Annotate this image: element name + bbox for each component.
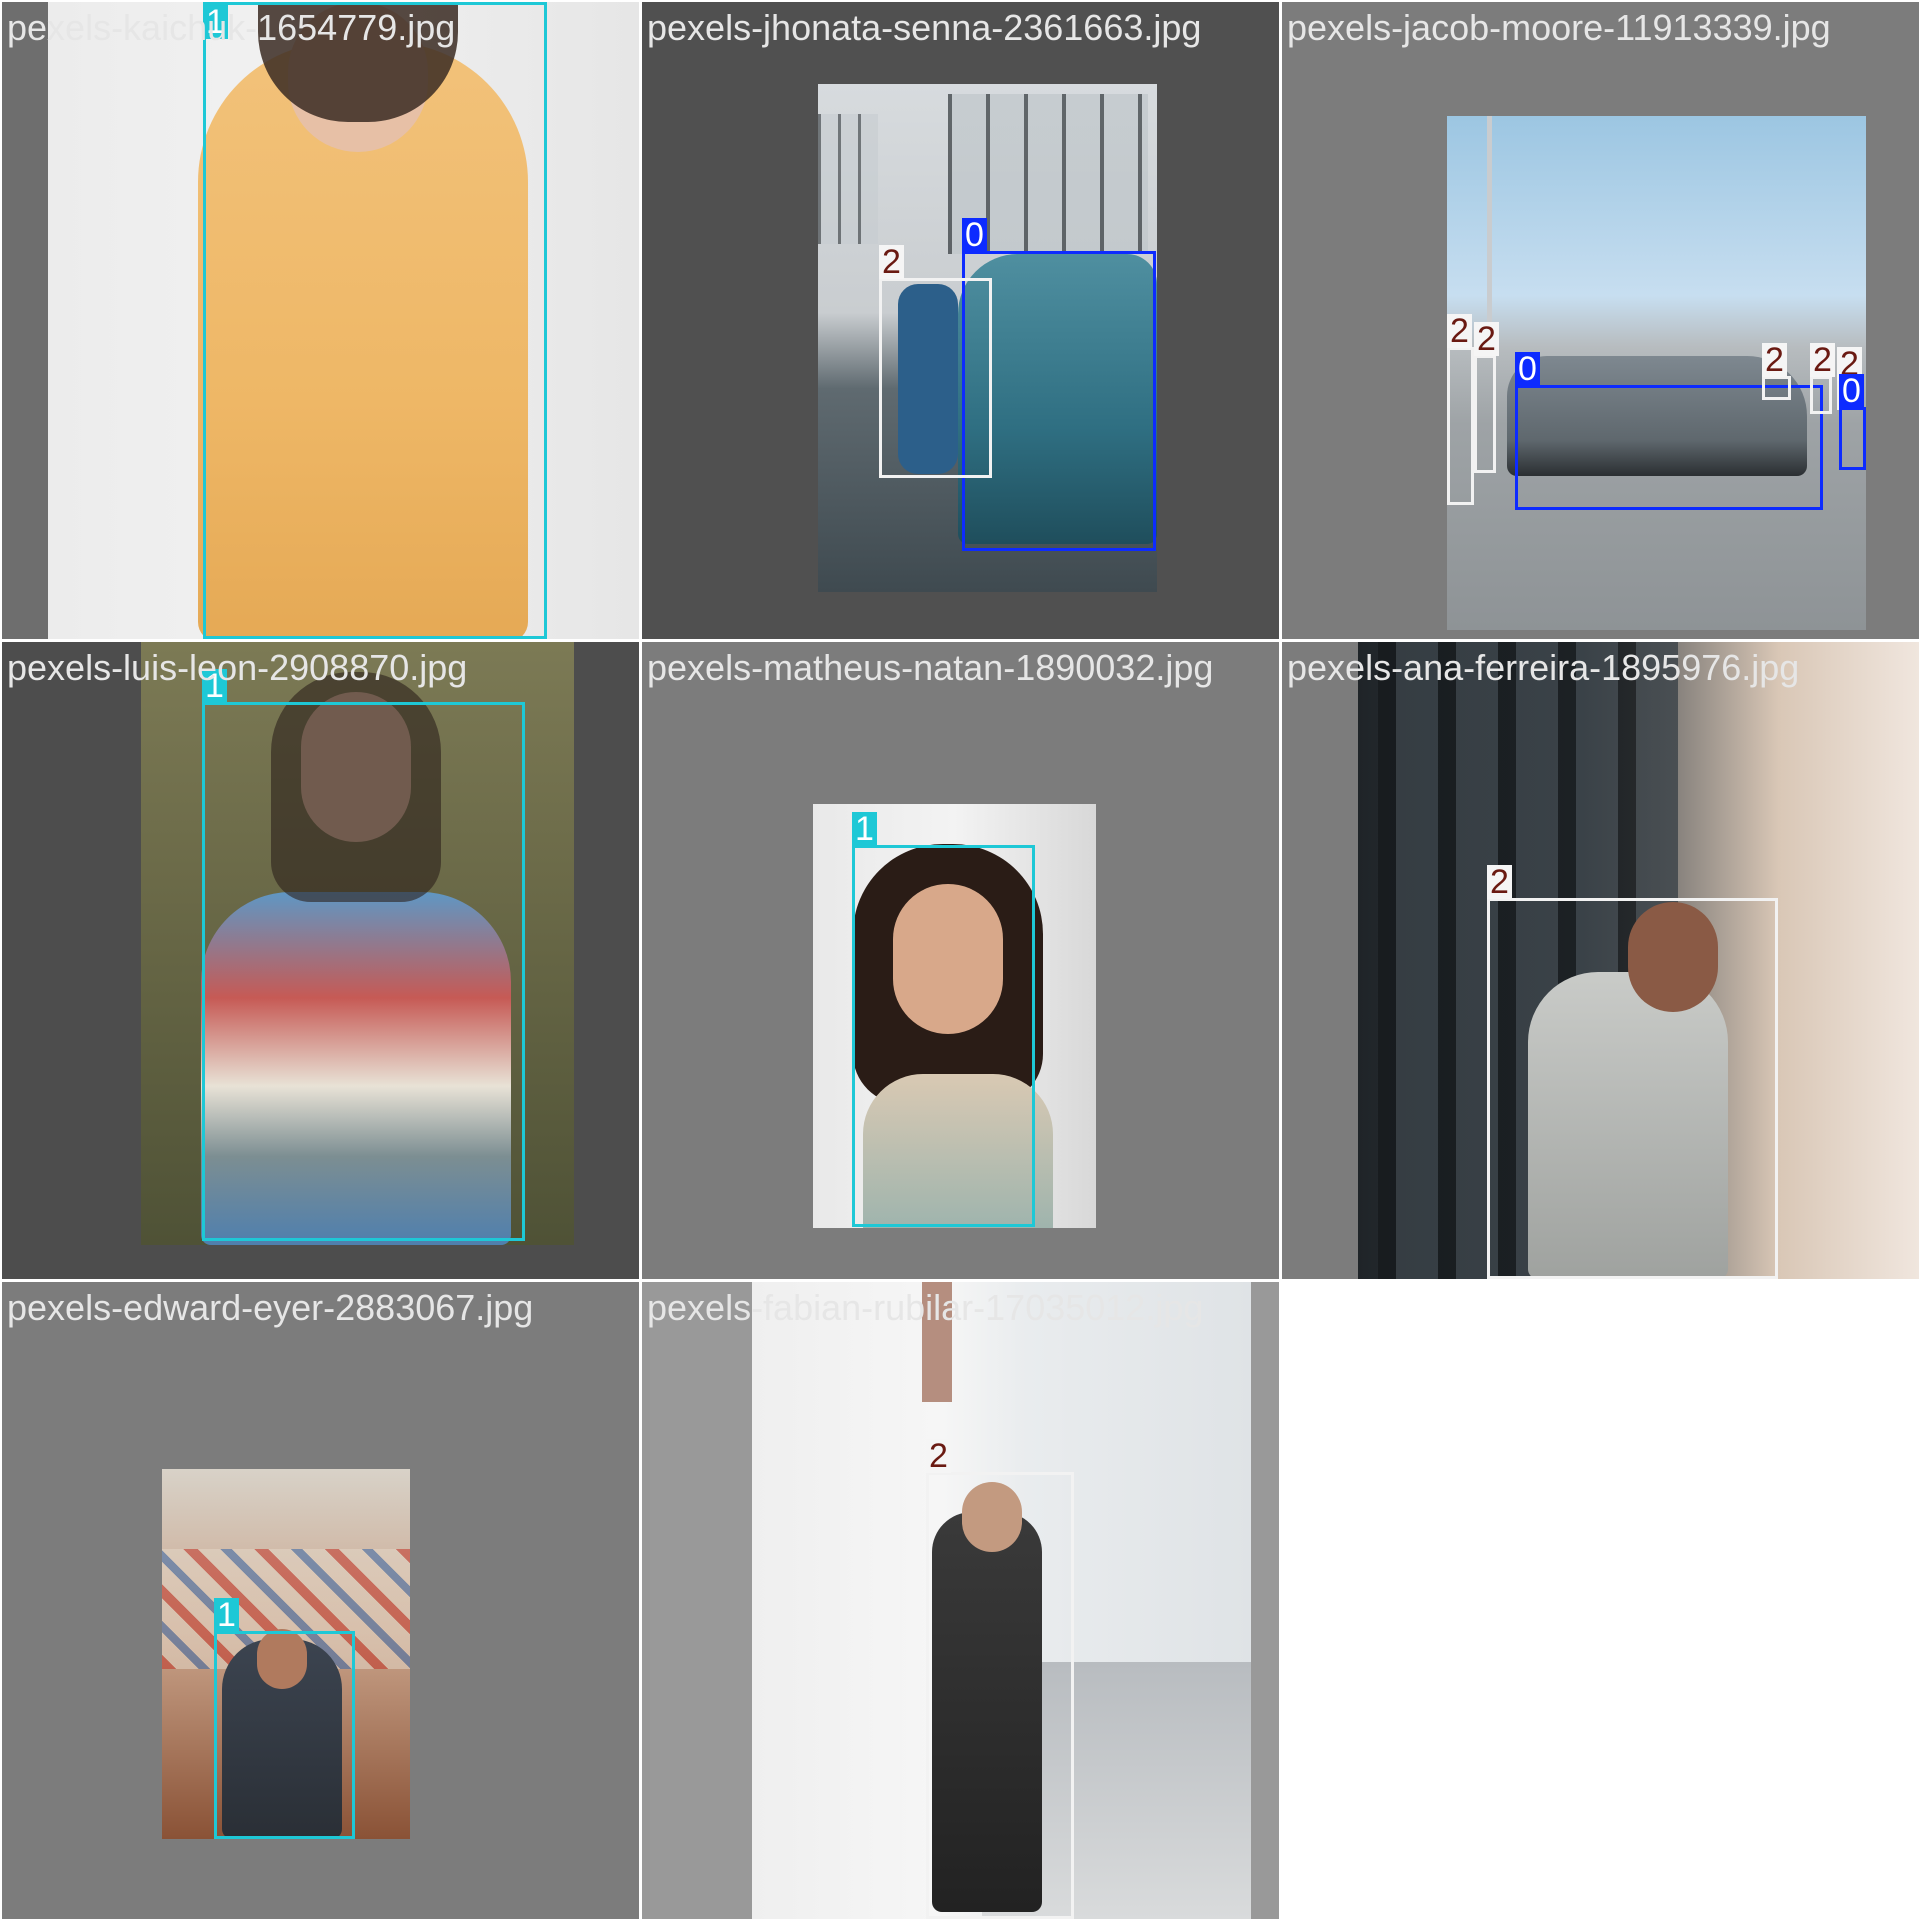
detection-class-label: 0	[1515, 352, 1540, 386]
detection-class-label: 2	[879, 245, 904, 279]
image-tile: 1 pexels-matheus-natan-1890032.jpg	[642, 642, 1279, 1279]
image-filename: pexels-jhonata-senna-2361663.jpg	[647, 7, 1202, 48]
image-tile: 2 pexels-ana-ferreira-1895976.jpg	[1282, 642, 1919, 1279]
detection-box: 2	[1810, 343, 1835, 414]
image-tile: 2 pexels-fabian-rubilar-17035012.jpg	[642, 1282, 1279, 1919]
detection-box: 1	[852, 812, 1035, 1227]
detection-box: 2	[879, 245, 992, 478]
detection-class-label: 2	[1762, 343, 1787, 377]
photo-sports-car-lot	[1447, 116, 1866, 630]
detection-class-label: 2	[1487, 865, 1512, 899]
image-filename: pexels-jacob-moore-11913339.jpg	[1287, 7, 1831, 48]
image-tile: 1 pexels-kaichuk-1654779.jpg	[2, 2, 639, 639]
detection-class-label: 0	[1839, 374, 1864, 408]
image-tile: 0 2 pexels-jhonata-senna-2361663.jpg	[642, 2, 1279, 639]
detection-box: 2	[926, 1439, 1074, 1919]
detection-box: 2	[1762, 343, 1791, 400]
detection-class-label: 2	[1474, 322, 1499, 356]
detection-box: 1	[203, 2, 547, 639]
image-filename: pexels-edward-eyer-2883067.jpg	[7, 1287, 534, 1328]
detection-class-label: 0	[962, 218, 987, 252]
detection-class-label: 1	[202, 669, 227, 703]
detection-box: 0	[1839, 374, 1866, 470]
detection-box: 1	[214, 1598, 355, 1839]
detection-box: 1	[202, 669, 525, 1241]
detection-class-label: 1	[203, 5, 228, 39]
image-filename: pexels-matheus-natan-1890032.jpg	[647, 647, 1214, 688]
detection-box: 2	[1474, 322, 1499, 473]
image-tile: 1 pexels-luis-leon-2908870.jpg	[2, 642, 639, 1279]
detection-box: 2	[1487, 865, 1778, 1279]
detection-class-label: 2	[926, 1439, 951, 1473]
image-tile: 1 pexels-edward-eyer-2883067.jpg	[2, 1282, 639, 1919]
detection-class-label: 2	[1447, 314, 1472, 348]
detection-class-label: 1	[214, 1598, 239, 1632]
image-tile: 2 2 0 2 2 2 0 pexels-jacob-moore-1191333…	[1282, 2, 1919, 639]
detection-class-label: 1	[852, 812, 877, 846]
detection-class-label: 2	[1810, 343, 1835, 377]
detection-box: 0	[1515, 352, 1823, 510]
detection-box: 2	[1447, 314, 1474, 505]
